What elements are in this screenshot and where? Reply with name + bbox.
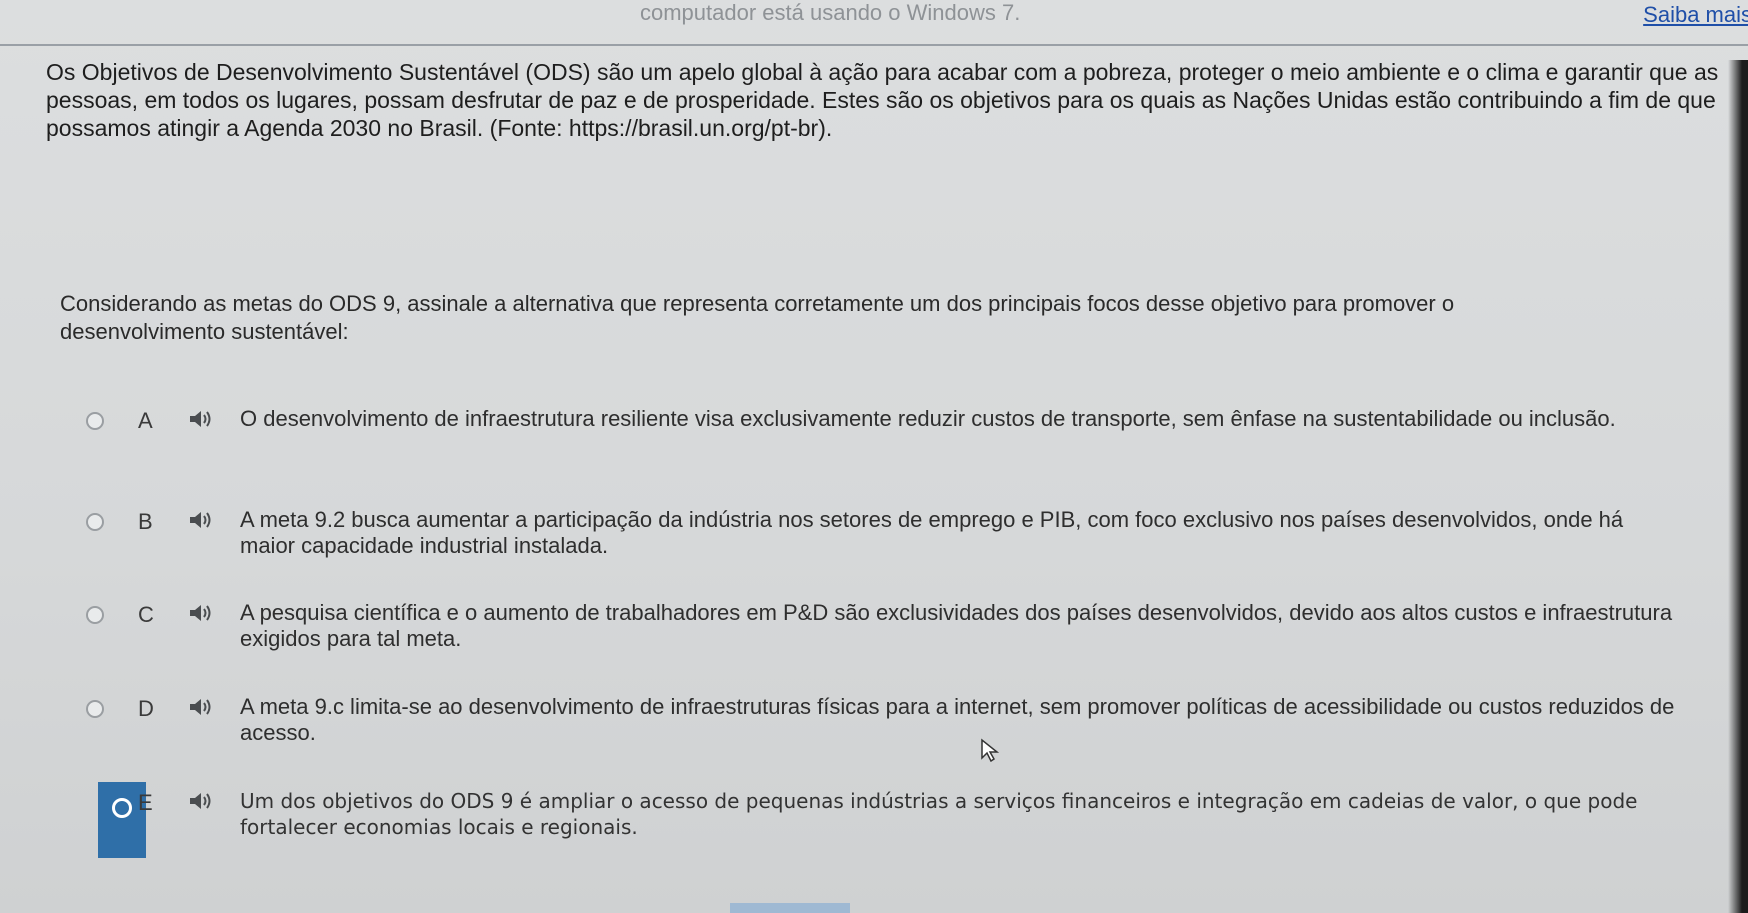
option-letter: A bbox=[138, 408, 153, 433]
option-a[interactable]: A O desenvolvimento de infraestrutura re… bbox=[80, 406, 1680, 476]
speaker-icon[interactable] bbox=[188, 509, 214, 531]
speaker-icon[interactable] bbox=[188, 602, 214, 624]
speaker-icon[interactable] bbox=[188, 790, 214, 812]
option-c[interactable]: C A pesquisa científica e o aumento de t… bbox=[80, 600, 1680, 670]
question-text: Considerando as metas do ODS 9, assinale… bbox=[60, 291, 1455, 344]
windows-notice-text: computador está usando o Windows 7. bbox=[640, 0, 1021, 25]
intro-paragraph: Os Objetivos de Desenvolvimento Sustentá… bbox=[46, 59, 1719, 141]
saiba-mais-link[interactable]: Saiba mais bbox=[1643, 2, 1748, 28]
top-notification-bar: computador está usando o Windows 7. Saib… bbox=[0, 0, 1748, 46]
option-letter: D bbox=[138, 696, 154, 721]
mouse-pointer-icon bbox=[981, 738, 1000, 762]
option-letter: E bbox=[138, 790, 153, 815]
option-text: O desenvolvimento de infraestrutura resi… bbox=[240, 406, 1616, 431]
option-text: Um dos objetivos do ODS 9 é ampliar o ac… bbox=[240, 789, 1638, 839]
option-text: A meta 9.2 busca aumentar a participação… bbox=[240, 507, 1624, 558]
quiz-page: computador está usando o Windows 7. Saib… bbox=[0, 0, 1748, 913]
option-letter: B bbox=[138, 509, 153, 534]
radio-button-a[interactable] bbox=[86, 412, 104, 430]
option-text: A pesquisa científica e o aumento de tra… bbox=[240, 600, 1673, 651]
option-b[interactable]: B A meta 9.2 busca aumentar a participaç… bbox=[80, 507, 1680, 577]
radio-button-e[interactable] bbox=[112, 798, 132, 818]
option-e[interactable]: E Um dos objetivos do ODS 9 é ampliar o … bbox=[80, 782, 1680, 858]
option-d[interactable]: D A meta 9.c limita-se ao desenvolviment… bbox=[80, 694, 1680, 764]
screen-edge-shadow bbox=[1728, 60, 1748, 913]
bottom-scroll-indicator bbox=[730, 903, 850, 913]
radio-button-c[interactable] bbox=[86, 606, 104, 624]
option-letter: C bbox=[138, 602, 154, 627]
radio-button-b[interactable] bbox=[86, 513, 104, 531]
speaker-icon[interactable] bbox=[188, 696, 214, 718]
radio-button-d[interactable] bbox=[86, 700, 104, 718]
option-text: A meta 9.c limita-se ao desenvolvimento … bbox=[240, 694, 1675, 745]
speaker-icon[interactable] bbox=[188, 408, 214, 430]
